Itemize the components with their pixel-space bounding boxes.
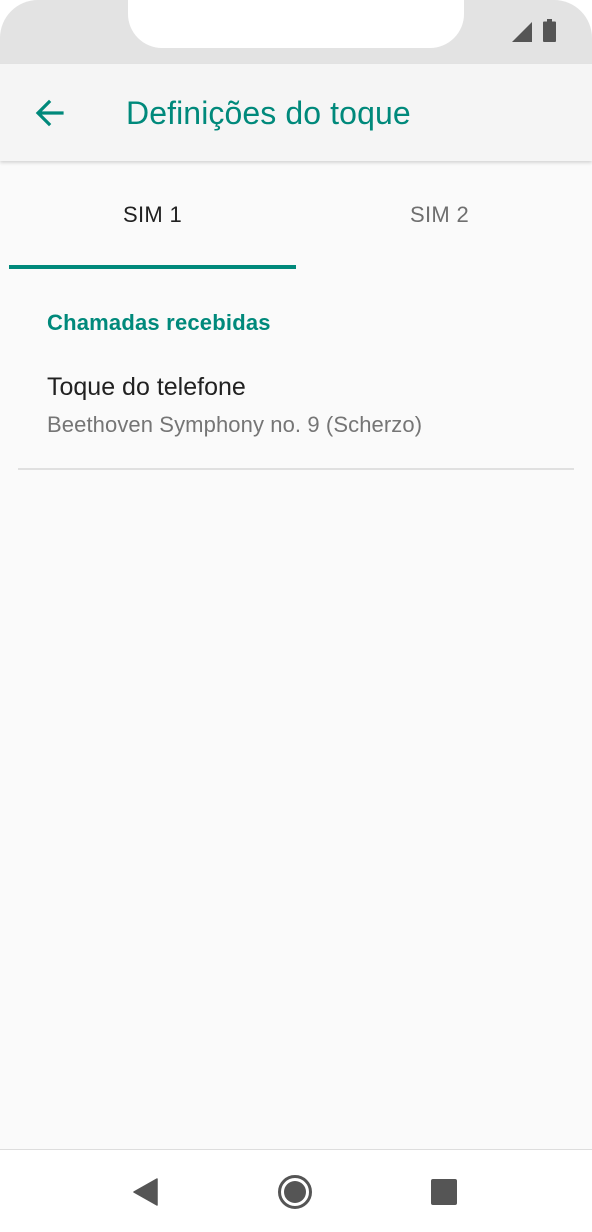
navigation-bar bbox=[0, 1149, 592, 1232]
app-bar: Definições do toque bbox=[0, 64, 592, 161]
cell-signal-icon bbox=[512, 22, 532, 42]
pref-summary: Beethoven Symphony no. 9 (Scherzo) bbox=[47, 412, 423, 437]
nav-back-button[interactable] bbox=[118, 1164, 174, 1220]
tab-sim-1[interactable]: SIM 1 bbox=[9, 161, 296, 269]
back-triangle-icon bbox=[133, 1178, 158, 1206]
arrow-left-icon bbox=[35, 99, 64, 127]
battery-icon bbox=[543, 19, 556, 42]
nav-home-button[interactable] bbox=[267, 1164, 323, 1220]
tab-sim-2[interactable]: SIM 2 bbox=[296, 161, 583, 269]
tab-selected-indicator bbox=[9, 265, 296, 269]
display-notch bbox=[128, 0, 464, 48]
back-button[interactable] bbox=[22, 86, 76, 140]
section-header-incoming-calls: Chamadas recebidas bbox=[47, 310, 271, 335]
recents-square-icon bbox=[431, 1179, 457, 1205]
pref-title: Toque do telefone bbox=[47, 373, 246, 401]
status-bar bbox=[0, 0, 592, 64]
tab-label: SIM 1 bbox=[123, 202, 182, 227]
phone-screen: Definições do toque SIM 1 SIM 2 Chamadas… bbox=[0, 0, 592, 1232]
phone-ringtone-item[interactable]: Toque do telefone Beethoven Symphony no.… bbox=[18, 360, 574, 468]
page-title: Definições do toque bbox=[126, 95, 411, 131]
sim-tabs: SIM 1 SIM 2 bbox=[9, 161, 583, 269]
tab-label: SIM 2 bbox=[410, 202, 469, 227]
nav-recents-button[interactable] bbox=[416, 1164, 472, 1220]
home-circle-icon bbox=[278, 1175, 312, 1209]
divider bbox=[18, 468, 574, 470]
